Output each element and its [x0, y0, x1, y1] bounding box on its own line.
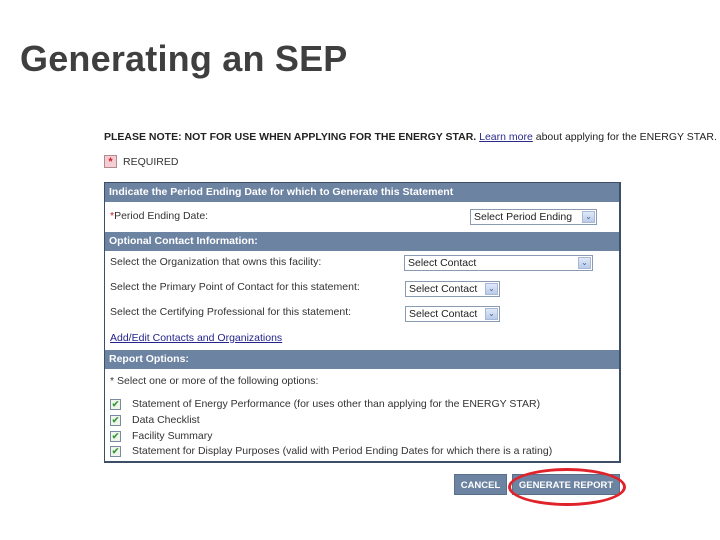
certifying-professional-select[interactable]: Select Contact ⌄	[405, 306, 500, 322]
organization-select-value: Select Contact	[408, 257, 477, 269]
period-ending-select[interactable]: Select Period Ending ⌄	[470, 209, 597, 225]
option-label: Statement of Energy Performance (for use…	[132, 398, 541, 410]
checkbox-checked-icon[interactable]: ✔	[110, 414, 121, 426]
organization-select[interactable]: Select Contact ⌄	[404, 255, 593, 271]
period-ending-label: *Period Ending Date:	[110, 210, 208, 222]
required-asterisk-icon: *	[104, 155, 117, 168]
notice-bold-text: PLEASE NOTE: NOT FOR USE WHEN APPLYING F…	[104, 131, 477, 143]
period-ending-label-text: Period Ending Date:	[114, 210, 209, 222]
required-label: REQUIRED	[123, 155, 179, 168]
option-label: Statement for Display Purposes (valid wi…	[132, 445, 553, 457]
chevron-down-icon[interactable]: ⌄	[485, 308, 498, 320]
report-section-header: Report Options:	[105, 350, 619, 369]
option-label: Data Checklist	[132, 414, 200, 426]
primary-contact-label: Select the Primary Point of Contact for …	[110, 281, 360, 293]
primary-contact-select-value: Select Contact	[409, 283, 478, 295]
sep-form-panel: Indicate the Period Ending Date for whic…	[104, 182, 621, 463]
period-ending-select-value: Select Period Ending	[474, 211, 573, 223]
generate-report-button[interactable]: GENERATE REPORT	[512, 474, 620, 495]
report-options-instruction: * Select one or more of the following op…	[110, 375, 319, 387]
option-statement-energy-performance[interactable]: ✔ Statement of Energy Performance (for u…	[110, 397, 540, 411]
energy-star-notice: PLEASE NOTE: NOT FOR USE WHEN APPLYING F…	[104, 131, 717, 143]
primary-contact-select[interactable]: Select Contact ⌄	[405, 281, 500, 297]
certifying-professional-label: Select the Certifying Professional for t…	[110, 306, 352, 318]
learn-more-link[interactable]: Learn more	[479, 131, 533, 143]
cancel-button[interactable]: CANCEL	[454, 474, 507, 495]
certifying-professional-select-value: Select Contact	[409, 308, 478, 320]
checkbox-checked-icon[interactable]: ✔	[110, 430, 121, 442]
chevron-down-icon[interactable]: ⌄	[485, 283, 498, 295]
checkbox-checked-icon[interactable]: ✔	[110, 445, 121, 457]
checkbox-checked-icon[interactable]: ✔	[110, 398, 121, 410]
option-display-purposes[interactable]: ✔ Statement for Display Purposes (valid …	[110, 444, 552, 458]
required-legend: * REQUIRED	[104, 155, 178, 168]
option-data-checklist[interactable]: ✔ Data Checklist	[110, 413, 200, 427]
chevron-down-icon[interactable]: ⌄	[578, 257, 591, 269]
add-edit-contacts-link[interactable]: Add/Edit Contacts and Organizations	[110, 332, 282, 344]
option-label: Facility Summary	[132, 430, 213, 442]
chevron-down-icon[interactable]: ⌄	[582, 211, 595, 223]
period-section-header: Indicate the Period Ending Date for whic…	[105, 183, 619, 202]
contact-section-header: Optional Contact Information:	[105, 232, 619, 251]
organization-label: Select the Organization that owns this f…	[110, 256, 322, 268]
notice-trailing-text: about applying for the ENERGY STAR.	[532, 131, 717, 143]
option-facility-summary[interactable]: ✔ Facility Summary	[110, 429, 213, 443]
slide-title: Generating an SEP	[20, 38, 348, 79]
